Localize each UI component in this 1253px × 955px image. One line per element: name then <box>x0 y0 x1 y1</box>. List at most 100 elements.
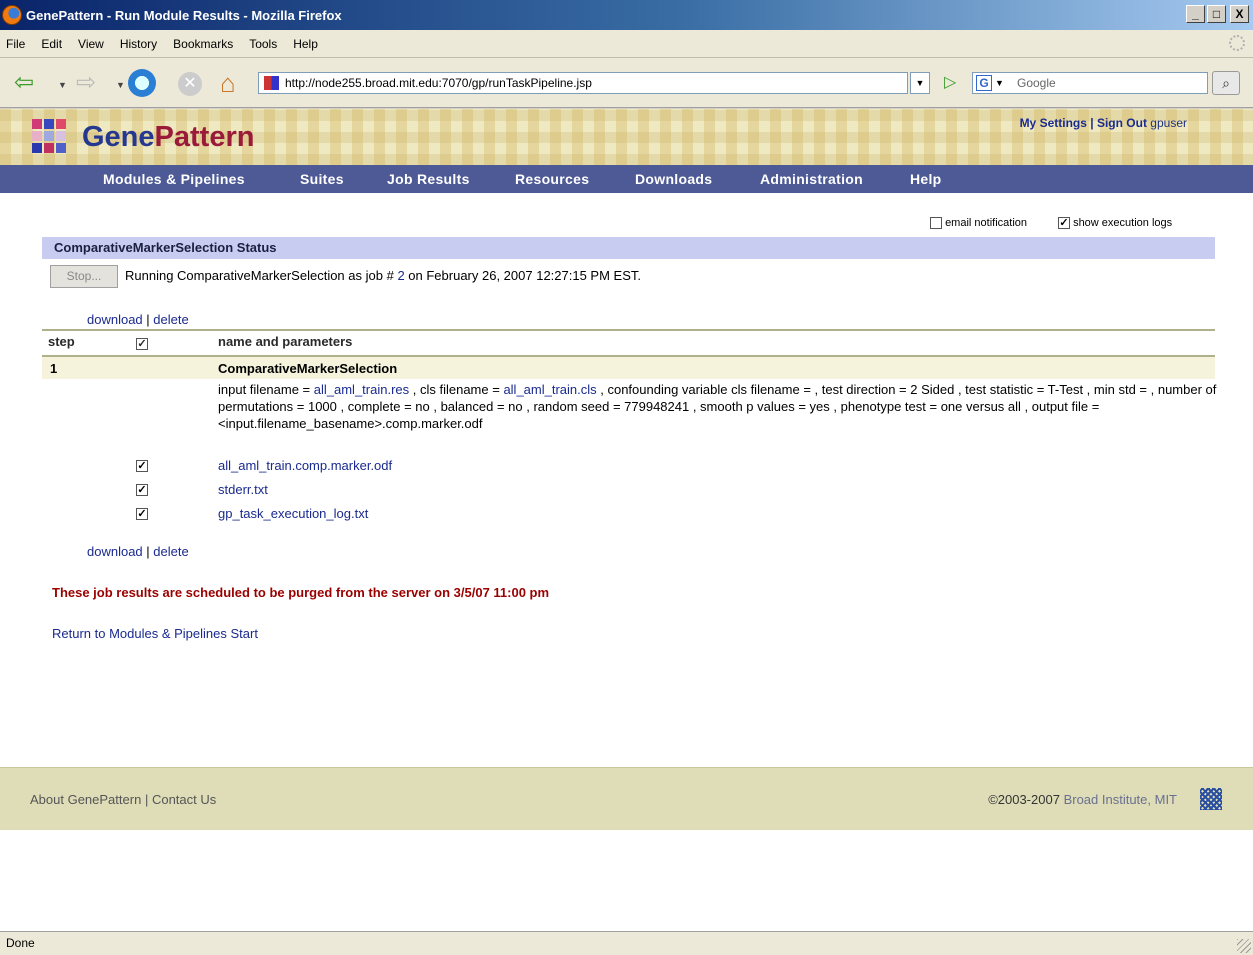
link-separator: | <box>146 544 150 559</box>
navigation-toolbar: ⇦ ▼ ⇨ ▼ ✕ ⌂ http://node255.broad.mit.edu… <box>0 58 1253 108</box>
menu-view[interactable]: View <box>78 37 104 51</box>
nav-job-results[interactable]: Job Results <box>387 171 470 187</box>
menu-help[interactable]: Help <box>293 37 318 51</box>
show-logs-checkbox[interactable]: ✓ <box>1058 217 1070 230</box>
minimize-button[interactable]: _ <box>1186 5 1205 23</box>
username: gpuser <box>1150 116 1187 130</box>
menu-edit[interactable]: Edit <box>41 37 62 51</box>
broad-institute-logo-icon[interactable] <box>1200 788 1222 810</box>
forward-arrow-icon[interactable]: ⇨ <box>76 69 96 97</box>
sign-out-link[interactable]: Sign Out <box>1097 116 1147 130</box>
menu-tools[interactable]: Tools <box>249 37 277 51</box>
contact-link[interactable]: Contact Us <box>152 792 216 807</box>
module-parameters: input filename = all_aml_train.res , cls… <box>218 381 1218 432</box>
forward-dropdown-icon[interactable]: ▼ <box>116 80 125 90</box>
go-arrow-icon[interactable]: ▷ <box>944 72 956 92</box>
nav-help[interactable]: Help <box>910 171 942 187</box>
genepattern-title[interactable]: GenePattern <box>82 121 254 154</box>
about-link[interactable]: About GenePattern <box>30 792 141 807</box>
column-step: step <box>48 334 75 349</box>
url-bar[interactable]: http://node255.broad.mit.edu:7070/gp/run… <box>258 72 908 94</box>
footer-links: About GenePattern | Contact Us <box>30 792 216 807</box>
resize-grip-icon[interactable] <box>1237 939 1251 953</box>
download-link[interactable]: download <box>87 312 143 327</box>
status-header: ComparativeMarkerSelection Status <box>42 237 1215 259</box>
email-notification-label: email notification <box>945 217 1027 229</box>
param-text-1: input filename = <box>218 382 314 397</box>
select-all-checkbox-wrap: ✓ <box>136 335 148 350</box>
search-engine-dropdown-icon[interactable]: ▼ <box>995 73 1004 93</box>
delete-link[interactable]: delete <box>153 544 188 559</box>
nav-administration[interactable]: Administration <box>760 171 863 187</box>
copyright-years: ©2003-2007 <box>988 792 1060 807</box>
email-notification-checkbox[interactable] <box>930 217 942 230</box>
link-separator: | <box>146 312 150 327</box>
show-logs-option[interactable]: ✓ show execution logs <box>1058 217 1173 230</box>
page-footer: About GenePattern | Contact Us ©2003-200… <box>0 767 1253 830</box>
input-file-link[interactable]: all_aml_train.res <box>314 382 409 397</box>
output-file-link[interactable]: gp_task_execution_log.txt <box>218 506 368 521</box>
running-suffix: on February 26, 2007 12:27:15 PM EST. <box>408 268 641 283</box>
throbber-icon <box>1229 35 1245 51</box>
select-all-checkbox[interactable]: ✓ <box>136 337 148 350</box>
stop-icon[interactable]: ✕ <box>178 72 202 96</box>
delete-link[interactable]: delete <box>153 312 188 327</box>
nav-suites[interactable]: Suites <box>300 171 344 187</box>
table-row: 1 ComparativeMarkerSelection <box>42 357 1215 379</box>
home-icon[interactable]: ⌂ <box>220 69 236 97</box>
stop-button[interactable]: Stop... <box>50 265 118 288</box>
menu-history[interactable]: History <box>120 37 157 51</box>
nav-downloads[interactable]: Downloads <box>635 171 712 187</box>
output-file-link[interactable]: all_aml_train.comp.marker.odf <box>218 458 392 473</box>
nav-modules-pipelines[interactable]: Modules & Pipelines <box>103 171 245 187</box>
window-title: GenePattern - Run Module Results - Mozil… <box>26 7 342 23</box>
user-links: My Settings | Sign Out gpuser <box>1020 116 1187 130</box>
purge-notice: These job results are scheduled to be pu… <box>52 585 550 600</box>
url-text: http://node255.broad.mit.edu:7070/gp/run… <box>285 76 592 90</box>
site-favicon-icon <box>264 76 279 90</box>
search-placeholder: Google <box>1017 76 1056 90</box>
show-logs-label: show execution logs <box>1073 217 1173 229</box>
window-controls: _ □ X <box>1186 5 1249 23</box>
running-prefix: Running ComparativeMarkerSelection as jo… <box>125 268 394 283</box>
search-bar[interactable]: G ▼ Google <box>972 72 1208 94</box>
return-to-start-link[interactable]: Return to Modules & Pipelines Start <box>52 626 258 641</box>
reload-icon[interactable] <box>128 69 156 97</box>
title-part-gene: Gene <box>82 121 155 153</box>
download-link[interactable]: download <box>87 544 143 559</box>
running-status: Running ComparativeMarkerSelection as jo… <box>125 268 641 283</box>
module-name: ComparativeMarkerSelection <box>218 361 398 376</box>
file-checkbox[interactable]: ✓ <box>136 508 148 520</box>
genepattern-header: GenePattern My Settings | Sign Out gpuse… <box>0 109 1253 165</box>
user-links-separator: | <box>1090 116 1094 130</box>
column-name-parameters: name and parameters <box>218 334 353 349</box>
output-file-link[interactable]: stderr.txt <box>218 482 268 497</box>
browser-status-bar: Done <box>0 931 1253 955</box>
nav-resources[interactable]: Resources <box>515 171 589 187</box>
job-number-link[interactable]: 2 <box>397 268 404 283</box>
cls-file-link[interactable]: all_aml_train.cls <box>503 382 596 397</box>
my-settings-link[interactable]: My Settings <box>1020 116 1087 130</box>
close-button[interactable]: X <box>1230 5 1249 23</box>
google-engine-icon[interactable]: G <box>976 75 992 91</box>
menu-file[interactable]: File <box>6 37 25 51</box>
menu-bar: File Edit View History Bookmarks Tools H… <box>0 30 1253 58</box>
menu-bookmarks[interactable]: Bookmarks <box>173 37 233 51</box>
back-arrow-icon[interactable]: ⇦ <box>14 69 34 97</box>
step-number: 1 <box>50 361 58 376</box>
magnifier-icon[interactable]: ⌕ <box>1212 71 1240 95</box>
copyright: ©2003-2007 Broad Institute, MIT <box>988 792 1177 807</box>
file-checkbox[interactable]: ✓ <box>136 484 148 496</box>
table-top-rule <box>42 329 1215 331</box>
param-text-2: , cls filename = <box>409 382 504 397</box>
status-text: Done <box>6 936 35 950</box>
file-checkbox[interactable]: ✓ <box>136 460 148 472</box>
footer-separator: | <box>144 792 149 807</box>
email-notification-option[interactable]: email notification <box>930 217 1027 230</box>
back-dropdown-icon[interactable]: ▼ <box>58 80 67 90</box>
download-delete-bottom: download | delete <box>87 544 189 559</box>
maximize-button[interactable]: □ <box>1207 5 1226 23</box>
url-history-dropdown-icon[interactable]: ▼ <box>910 72 930 94</box>
title-part-pattern: Pattern <box>154 121 255 153</box>
broad-institute-link[interactable]: Broad Institute, MIT <box>1064 792 1177 807</box>
